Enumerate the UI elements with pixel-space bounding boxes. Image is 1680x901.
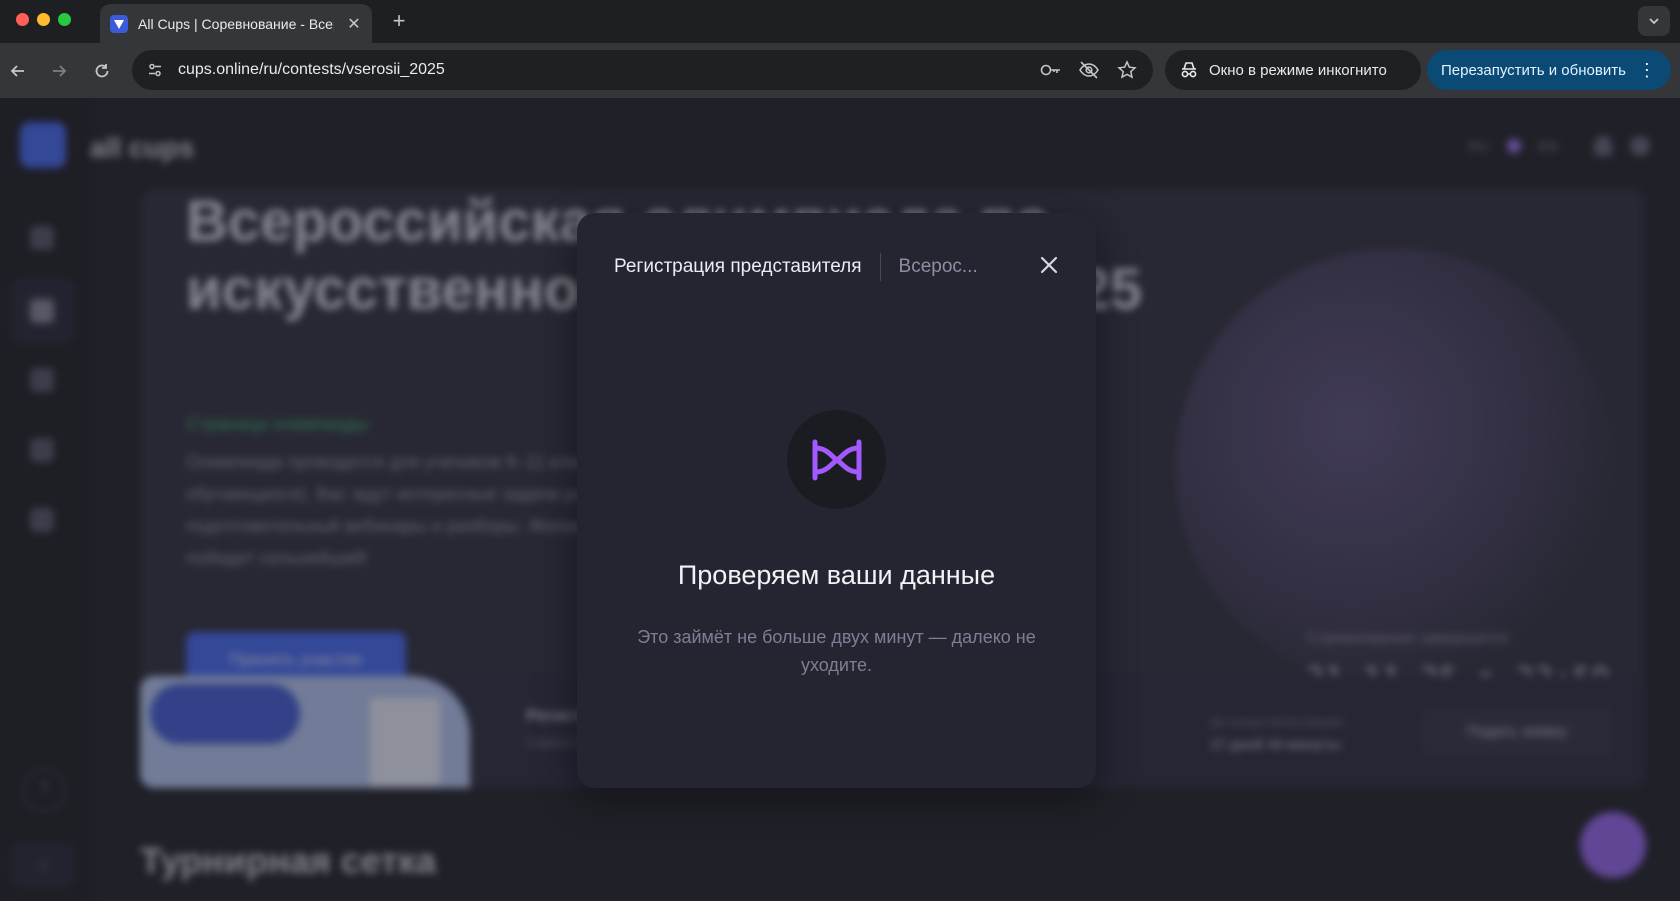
address-bar[interactable]: cups.online/ru/contests/vserosii_2025 [132, 50, 1153, 90]
site-settings-icon[interactable] [144, 59, 166, 81]
checking-data-text: Это займёт не больше двух минут — далеко… [637, 627, 1036, 675]
checking-data-heading: Проверяем ваши данные [677, 560, 996, 590]
browser-tabbar: All Cups | Соревнование - Всероссийская … [0, 0, 1680, 43]
modal-header: Регистрация представителя Всерос... [614, 253, 1064, 281]
maximize-window-button[interactable] [58, 13, 71, 26]
loading-spinner [787, 410, 886, 509]
window-controls [16, 13, 71, 26]
modal-title: Регистрация представителя [614, 256, 862, 277]
more-vert-icon[interactable]: ⋮ [1638, 60, 1656, 81]
url-text[interactable]: cups.online/ru/contests/vserosii_2025 [178, 61, 1039, 79]
tab-close-icon[interactable]: ✕ [346, 14, 362, 34]
registration-modal: Регистрация представителя Всерос... Пров… [577, 213, 1096, 788]
modal-close-button[interactable] [1034, 250, 1064, 280]
modal-header-divider [879, 253, 881, 281]
incognito-icon [1181, 62, 1197, 78]
tab-search-button[interactable] [1638, 6, 1670, 36]
back-button[interactable] [4, 57, 32, 85]
password-key-icon[interactable] [1039, 58, 1063, 82]
allcups-loader-icon [812, 439, 861, 480]
tab-title: All Cups | Соревнование - Всероссийская … [138, 15, 334, 32]
relaunch-label: Перезапустить и обновить [1441, 61, 1626, 79]
eye-off-icon[interactable] [1077, 58, 1101, 82]
relaunch-update-button[interactable]: Перезапустить и обновить ⋮ [1427, 50, 1671, 90]
close-window-button[interactable] [16, 13, 29, 26]
incognito-indicator[interactable]: Окно в режиме инкогнито [1165, 50, 1421, 90]
forward-button[interactable] [45, 57, 73, 85]
allcups-favicon-icon [110, 14, 128, 33]
arrow-right-icon [53, 65, 67, 77]
close-icon [1040, 256, 1058, 274]
reload-icon [95, 64, 109, 78]
new-tab-button[interactable]: + [386, 8, 412, 34]
browser-toolbar: cups.online/ru/contests/vserosii_2025 Ок… [0, 43, 1680, 98]
bookmark-star-icon[interactable] [1115, 58, 1139, 82]
chevron-down-icon [1649, 18, 1659, 25]
reload-button[interactable] [88, 57, 116, 85]
browser-tab[interactable]: All Cups | Соревнование - Всероссийская … [100, 4, 372, 43]
arrow-left-icon [10, 65, 24, 77]
modal-subtitle: Всерос... [898, 256, 978, 277]
minimize-window-button[interactable] [37, 13, 50, 26]
incognito-label: Окно в режиме инкогнито [1209, 61, 1387, 79]
